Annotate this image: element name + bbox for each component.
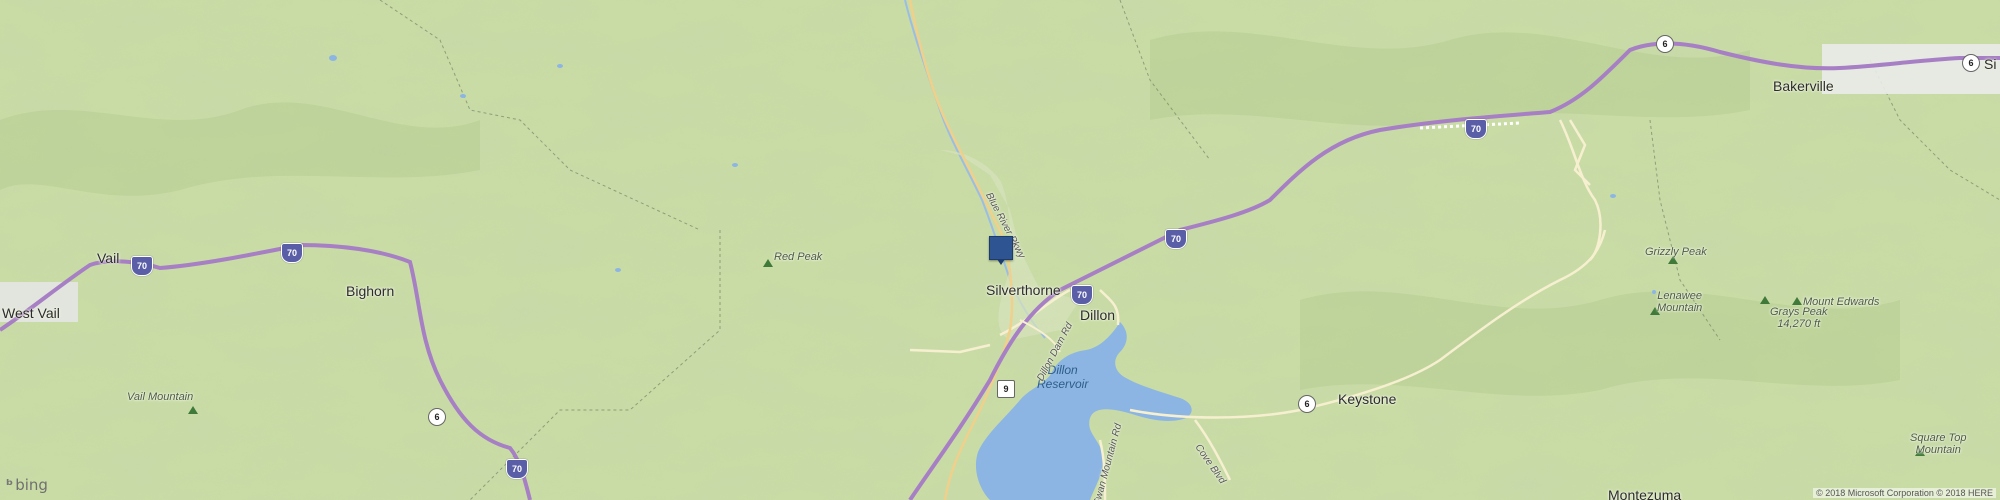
town-label-dillon: Dillon xyxy=(1080,307,1116,323)
town-label-montezuma: Montezuma xyxy=(1608,487,1682,500)
us-6-shield: 6 xyxy=(1656,35,1674,53)
bing-logo-text: bing xyxy=(15,476,48,494)
interstate-70-shield: 70 xyxy=(1165,229,1187,249)
copyright-attribution: © 2018 Microsoft Corporation © 2018 HERE xyxy=(1813,488,1996,498)
peak-icon-red-peak xyxy=(763,259,773,267)
peak-label-grays-peak: Grays Peak 14,270 ft xyxy=(1770,306,1828,330)
interstate-70-shield: 70 xyxy=(506,459,528,479)
interstate-70-shield: 70 xyxy=(131,256,153,276)
location-pin-marker[interactable] xyxy=(989,236,1013,265)
town-label-keystone: Keystone xyxy=(1338,391,1397,407)
peak-label-square-top-mountain: Square Top Mountain xyxy=(1910,432,1967,456)
town-label-west-vail: West Vail xyxy=(2,305,60,321)
interstate-70-shield: 70 xyxy=(1071,285,1093,305)
bing-b-icon: ᵇ xyxy=(6,476,14,494)
map-canvas[interactable]: West Vail Vail Bighorn Silverthorne Dill… xyxy=(0,0,2000,500)
peak-label-grizzly-peak: Grizzly Peak xyxy=(1645,246,1707,258)
peak-label-vail-mountain: Vail Mountain xyxy=(127,391,194,403)
peak-icon-mount-edwards xyxy=(1792,297,1802,305)
interstate-70-shield: 70 xyxy=(281,243,303,263)
peak-icon-vail-mountain xyxy=(188,406,198,414)
town-label-bakerville: Bakerville xyxy=(1773,78,1834,94)
town-label-si-partial: Si xyxy=(1984,56,1997,72)
peak-label-mount-edwards: Mount Edwards xyxy=(1803,296,1880,308)
town-label-silverthorne: Silverthorne xyxy=(986,282,1061,298)
peak-icon-grays-peak xyxy=(1760,296,1770,304)
us-6-shield: 6 xyxy=(1298,395,1316,413)
us-6-shield: 6 xyxy=(1962,54,1980,72)
us-6-shield: 6 xyxy=(428,408,446,426)
town-label-vail: Vail xyxy=(97,250,120,266)
co-9-shield: 9 xyxy=(997,380,1015,398)
interstate-70-shield: 70 xyxy=(1465,119,1487,139)
peak-label-lenawee-mountain: Lenawee Mountain xyxy=(1657,290,1703,314)
bing-logo[interactable]: ᵇ bing xyxy=(6,476,48,494)
town-label-bighorn: Bighorn xyxy=(346,283,395,299)
peak-label-red-peak: Red Peak xyxy=(774,251,823,263)
